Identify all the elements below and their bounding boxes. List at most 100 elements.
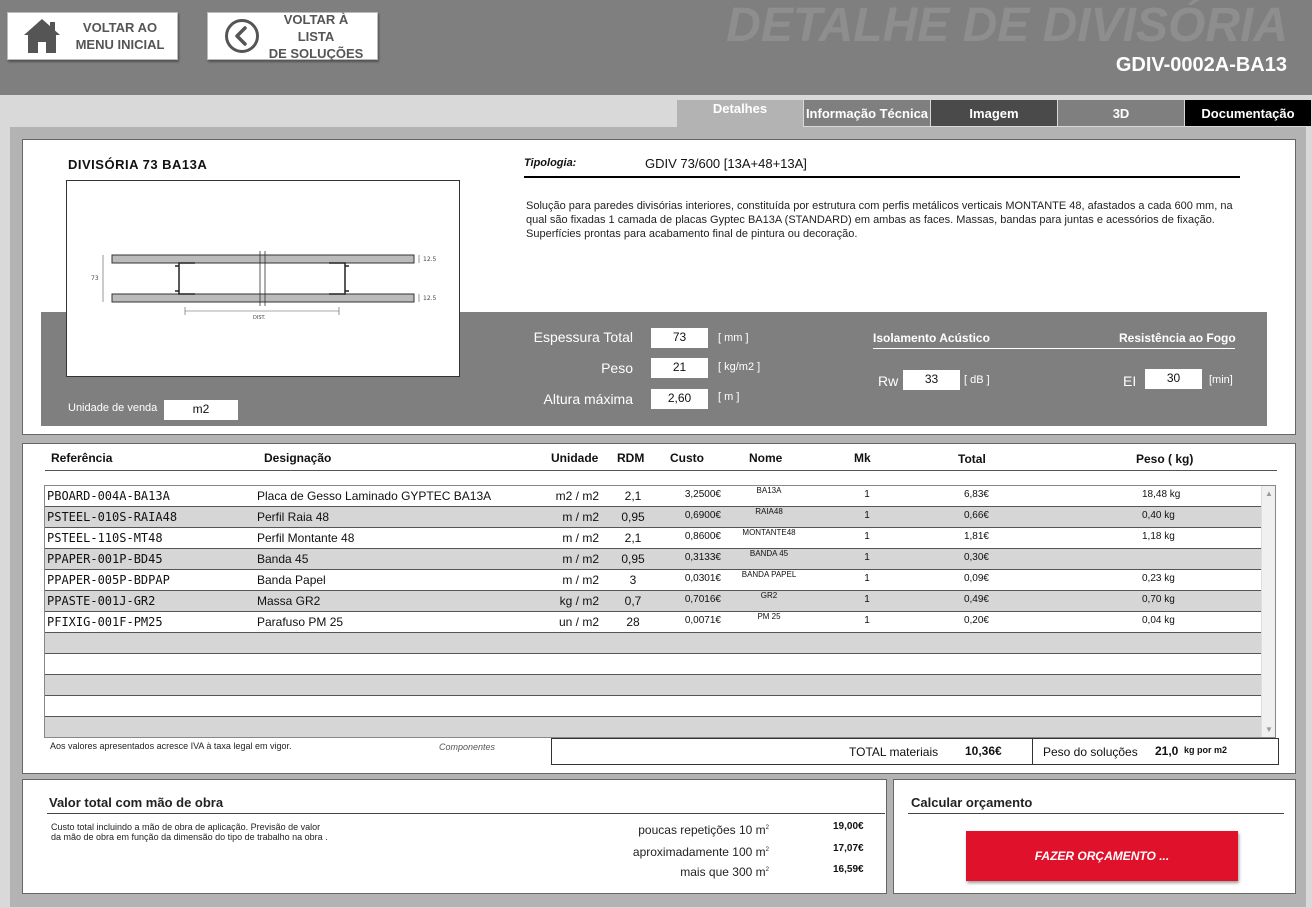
home-icon	[24, 19, 60, 53]
labor-row-value: 16,59€	[833, 864, 864, 875]
col-header-total: Total	[958, 452, 986, 466]
cell-des: Banda 45	[257, 552, 309, 566]
tab-imagem[interactable]: Imagem	[931, 100, 1057, 126]
quote-title: Calcular orçamento	[911, 795, 1033, 810]
home-button-line1: VOLTAR AO	[82, 20, 158, 35]
tab-documentacao[interactable]: Documentação	[1185, 100, 1311, 126]
cell-peso: 0,23 kg	[1142, 573, 1175, 584]
altura-unit: [ m ]	[718, 391, 740, 403]
totals-box: TOTAL materiais 10,36€ Peso do soluções …	[551, 738, 1279, 765]
cell-unit: m / m2	[562, 573, 599, 587]
table-row[interactable]	[45, 717, 1261, 737]
acoustic-title: Isolamento Acústico	[873, 331, 990, 345]
cell-total: 0,30€	[963, 552, 989, 563]
cell-nome: PM 25	[757, 612, 781, 621]
partition-section-drawing: 73 12.5 12.5 DIST.	[66, 180, 460, 377]
tipologia-divider	[524, 176, 1240, 178]
cell-ref: PPAPER-005P-BDPAP	[47, 573, 170, 587]
labor-row-label: mais que 300 m2	[680, 865, 769, 879]
table-row[interactable]: PPAPER-005P-BDPAP Banda Papel m / m2 3 0,030…	[45, 570, 1261, 591]
cell-total: 6,83€	[963, 489, 989, 500]
scroll-down-icon[interactable]: ▼	[1265, 725, 1273, 734]
total-materials-label: TOTAL materiais	[849, 745, 939, 759]
table-row[interactable]	[45, 675, 1261, 696]
acoustic-divider	[873, 348, 1235, 349]
tab-detalhes[interactable]: Detalhes	[677, 100, 803, 128]
cell-unit: m / m2	[562, 531, 599, 545]
cell-ref: PPAPER-001P-BD45	[47, 552, 163, 566]
solution-weight-unit: kg por m2	[1184, 745, 1228, 755]
product-name: DIVISÓRIA 73 BA13A	[68, 157, 208, 172]
ei-label: EI	[1123, 373, 1137, 389]
table-scrollbar[interactable]: ▲ ▼	[1261, 486, 1275, 737]
labor-divider	[47, 813, 885, 814]
espessura-value: 73	[651, 328, 708, 348]
quote-divider	[908, 813, 1284, 814]
cell-unit: m / m2	[562, 510, 599, 524]
cell-total: 1,81€	[963, 531, 989, 542]
cell-ref: PBOARD-004A-BA13A	[47, 489, 170, 503]
espessura-unit: [ mm ]	[718, 332, 749, 344]
rw-unit: [ dB ]	[964, 374, 990, 386]
vat-note: Aos valores apresentados acresce IVA à t…	[50, 741, 292, 751]
cell-des: Perfil Montante 48	[257, 531, 355, 545]
table-row[interactable]: PSTEEL-010S-RAIA48 Perfil Raia 48 m / m2 0,…	[45, 507, 1261, 528]
dist-dim-label: DIST.	[253, 315, 266, 321]
make-quote-button[interactable]: FAZER ORÇAMENTO ...	[966, 831, 1238, 881]
home-button-line2: MENU INICIAL	[75, 37, 165, 52]
espessura-label: Espessura Total	[533, 329, 633, 345]
table-row[interactable]: PPASTE-001J-GR2 Massa GR2 kg / m2 0,7 0,7016…	[45, 591, 1261, 612]
cell-custo: 3,2500€	[684, 489, 721, 500]
col-header-rdm: RDM	[617, 451, 645, 465]
cell-mk: 1	[864, 615, 870, 626]
header-divider	[45, 470, 1277, 471]
cell-unit: kg / m2	[559, 594, 599, 608]
partition-section-svg: 73 12.5 12.5 DIST.	[91, 251, 437, 321]
thickness-dim-label: 73	[91, 275, 99, 282]
rw-label: Rw	[878, 373, 899, 389]
table-row[interactable]: PSTEEL-110S-MT48 Perfil Montante 48 m / m2…	[45, 528, 1261, 549]
ei-value: 30	[1145, 369, 1202, 389]
scroll-up-icon[interactable]: ▲	[1265, 489, 1273, 498]
col-header-mk: Mk	[854, 451, 871, 465]
cell-nome: MONTANTE48	[742, 528, 796, 537]
table-row[interactable]: PBOARD-004A-BA13A Placa de Gesso Laminado…	[45, 486, 1261, 507]
cell-mk: 1	[864, 489, 870, 500]
back-to-menu-button[interactable]: VOLTAR AO MENU INICIAL	[7, 12, 178, 60]
labor-row-label: aproximadamente 100 m2	[632, 845, 769, 859]
cell-des: Massa GR2	[257, 594, 321, 608]
cell-nome: BANDA PAPEL	[741, 570, 797, 579]
table-row[interactable]	[45, 654, 1261, 675]
cell-ref: PFIXIG-001F-PM25	[47, 615, 163, 629]
totals-separator	[1032, 739, 1033, 764]
cell-peso: 0,40 kg	[1142, 510, 1175, 521]
tab-3d[interactable]: 3D	[1058, 100, 1184, 126]
cell-mk: 1	[864, 594, 870, 605]
cell-rdm: 2,1	[624, 489, 642, 503]
solution-weight-label: Peso do soluções	[1043, 745, 1138, 759]
back-button-line2: DE SOLUÇÕES	[268, 45, 364, 61]
table-row[interactable]: PPAPER-001P-BD45 Banda 45 m / m2 0,95 0,3133…	[45, 549, 1261, 570]
cell-mk: 1	[864, 531, 870, 542]
cell-rdm: 0,95	[621, 510, 645, 524]
cell-custo: 0,6900€	[684, 510, 721, 521]
tab-informacao-tecnica[interactable]: Informação Técnica	[804, 100, 930, 126]
altura-label: Altura máxima	[543, 391, 633, 407]
table-row[interactable]	[45, 633, 1261, 654]
top-board-dim-label: 12.5	[423, 256, 437, 263]
cell-custo: 0,8600€	[684, 531, 721, 542]
cell-unit: m2 / m2	[555, 489, 599, 503]
col-header-custo: Custo	[670, 451, 704, 465]
labor-row-label: poucas repetições 10 m2	[638, 823, 769, 837]
tab-bar: Detalhes Informação Técnica Imagem 3D Do…	[677, 100, 1312, 128]
cell-ref: PPASTE-001J-GR2	[47, 594, 156, 608]
labor-row-value: 17,07€	[833, 843, 864, 854]
cell-total: 0,20€	[963, 615, 989, 626]
labor-cost-box: Valor total com mão de obra Custo total …	[22, 779, 887, 894]
cell-mk: 1	[864, 573, 870, 584]
col-header-designacao: Designação	[264, 451, 332, 465]
back-to-solutions-button[interactable]: VOLTAR À LISTA DE SOLUÇÕES	[207, 12, 378, 61]
tipologia-label: Tipologia:	[524, 157, 577, 169]
table-row[interactable]	[45, 696, 1261, 717]
table-row[interactable]: PFIXIG-001F-PM25 Parafuso PM 25 un / m2 28 0…	[45, 612, 1261, 633]
